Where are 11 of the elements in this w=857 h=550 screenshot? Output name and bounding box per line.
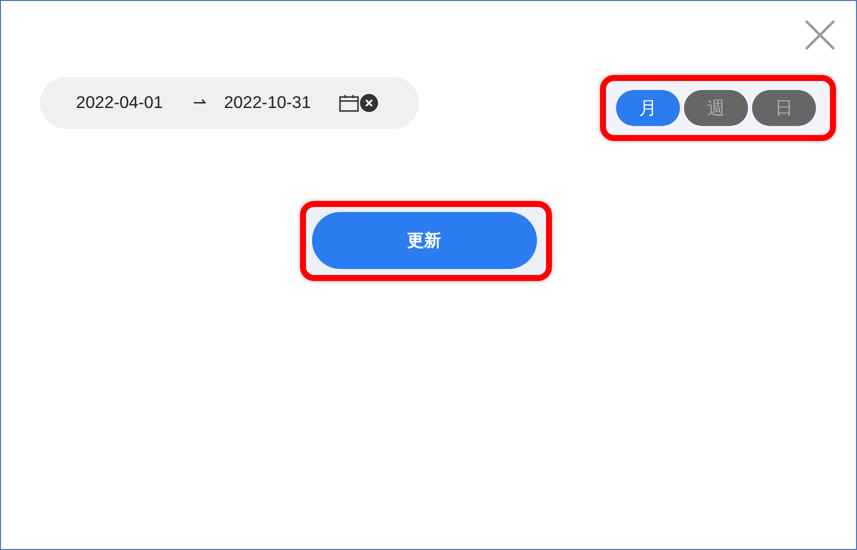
period-tab[interactable]: 日 <box>752 90 816 126</box>
range-separator: ⇀ <box>192 94 206 113</box>
date-range-field[interactable]: 2022-04-01 ⇀ 2022-10-31 <box>40 77 419 129</box>
calendar-icon[interactable] <box>338 94 359 112</box>
start-date: 2022-04-01 <box>76 93 163 113</box>
clear-icon[interactable] <box>360 94 378 112</box>
end-date: 2022-10-31 <box>224 93 311 113</box>
period-tab[interactable]: 週 <box>684 90 748 126</box>
update-button[interactable]: 更新 <box>312 212 536 269</box>
close-icon[interactable] <box>804 19 836 51</box>
period-tab[interactable]: 月 <box>616 90 680 126</box>
